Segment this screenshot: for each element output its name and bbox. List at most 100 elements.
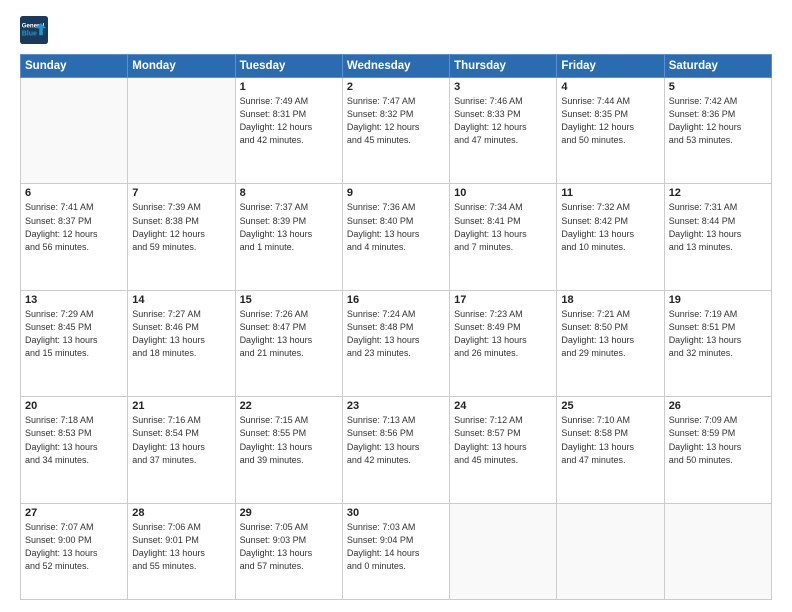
- calendar-cell: 29 Sunrise: 7:05 AM Sunset: 9:03 PM Dayli…: [235, 503, 342, 599]
- day-info: Sunrise: 7:49 AM Sunset: 8:31 PM Dayligh…: [240, 95, 338, 147]
- calendar-week-2: 6 Sunrise: 7:41 AM Sunset: 8:37 PM Daylig…: [21, 184, 772, 290]
- day-number: 14: [132, 294, 230, 306]
- calendar-cell: 6 Sunrise: 7:41 AM Sunset: 8:37 PM Daylig…: [21, 184, 128, 290]
- calendar-week-1: 1Sunrise: 7:49 AM Sunset: 8:31 PM Daylig…: [21, 78, 772, 184]
- day-info: Sunrise: 7:12 AM Sunset: 8:57 PM Dayligh…: [454, 414, 552, 466]
- calendar-cell: 24Sunrise: 7:12 AM Sunset: 8:57 PM Dayli…: [450, 397, 557, 503]
- day-number: 12: [669, 187, 767, 199]
- day-number: 22: [240, 400, 338, 412]
- weekday-row: SundayMondayTuesdayWednesdayThursdayFrid…: [21, 55, 772, 78]
- day-number: 27: [25, 507, 123, 519]
- day-number: 2: [347, 81, 445, 93]
- day-number: 18: [561, 294, 659, 306]
- calendar-cell: [450, 503, 557, 599]
- day-info: Sunrise: 7:19 AM Sunset: 8:51 PM Dayligh…: [669, 308, 767, 360]
- day-info: Sunrise: 7:27 AM Sunset: 8:46 PM Dayligh…: [132, 308, 230, 360]
- calendar-cell: 8 Sunrise: 7:37 AM Sunset: 8:39 PM Daylig…: [235, 184, 342, 290]
- day-number: 4: [561, 81, 659, 93]
- calendar-cell: 25Sunrise: 7:10 AM Sunset: 8:58 PM Dayli…: [557, 397, 664, 503]
- calendar-cell: 13 Sunrise: 7:29 AM Sunset: 8:45 PM Dayli…: [21, 290, 128, 396]
- day-info: Sunrise: 7:31 AM Sunset: 8:44 PM Dayligh…: [669, 201, 767, 253]
- day-info: Sunrise: 7:06 AM Sunset: 9:01 PM Dayligh…: [132, 521, 230, 573]
- day-number: 21: [132, 400, 230, 412]
- day-number: 25: [561, 400, 659, 412]
- weekday-header-sunday: Sunday: [21, 55, 128, 78]
- page: General Blue SundayMondayTuesdayWednesda…: [0, 0, 792, 612]
- day-info: Sunrise: 7:41 AM Sunset: 8:37 PM Dayligh…: [25, 201, 123, 253]
- day-info: Sunrise: 7:37 AM Sunset: 8:39 PM Dayligh…: [240, 201, 338, 253]
- day-info: Sunrise: 7:29 AM Sunset: 8:45 PM Dayligh…: [25, 308, 123, 360]
- day-info: Sunrise: 7:32 AM Sunset: 8:42 PM Dayligh…: [561, 201, 659, 253]
- calendar-cell: 11 Sunrise: 7:32 AM Sunset: 8:42 PM Dayli…: [557, 184, 664, 290]
- day-info: Sunrise: 7:07 AM Sunset: 9:00 PM Dayligh…: [25, 521, 123, 573]
- day-info: Sunrise: 7:46 AM Sunset: 8:33 PM Dayligh…: [454, 95, 552, 147]
- calendar-cell: 27 Sunrise: 7:07 AM Sunset: 9:00 PM Dayli…: [21, 503, 128, 599]
- day-info: Sunrise: 7:18 AM Sunset: 8:53 PM Dayligh…: [25, 414, 123, 466]
- calendar-cell: 18Sunrise: 7:21 AM Sunset: 8:50 PM Dayli…: [557, 290, 664, 396]
- day-number: 30: [347, 507, 445, 519]
- calendar-cell: 21 Sunrise: 7:16 AM Sunset: 8:54 PM Dayli…: [128, 397, 235, 503]
- weekday-header-wednesday: Wednesday: [342, 55, 449, 78]
- day-info: Sunrise: 7:15 AM Sunset: 8:55 PM Dayligh…: [240, 414, 338, 466]
- day-info: Sunrise: 7:16 AM Sunset: 8:54 PM Dayligh…: [132, 414, 230, 466]
- logo-icon: General Blue: [20, 16, 48, 44]
- calendar-cell: 22 Sunrise: 7:15 AM Sunset: 8:55 PM Dayli…: [235, 397, 342, 503]
- calendar-cell: 28 Sunrise: 7:06 AM Sunset: 9:01 PM Dayli…: [128, 503, 235, 599]
- day-info: Sunrise: 7:47 AM Sunset: 8:32 PM Dayligh…: [347, 95, 445, 147]
- calendar-cell: [664, 503, 771, 599]
- day-info: Sunrise: 7:24 AM Sunset: 8:48 PM Dayligh…: [347, 308, 445, 360]
- calendar-cell: 19 Sunrise: 7:19 AM Sunset: 8:51 PM Dayli…: [664, 290, 771, 396]
- day-number: 26: [669, 400, 767, 412]
- calendar-header: SundayMondayTuesdayWednesdayThursdayFrid…: [21, 55, 772, 78]
- calendar-week-3: 13 Sunrise: 7:29 AM Sunset: 8:45 PM Dayli…: [21, 290, 772, 396]
- calendar-cell: 15 Sunrise: 7:26 AM Sunset: 8:47 PM Dayli…: [235, 290, 342, 396]
- weekday-header-thursday: Thursday: [450, 55, 557, 78]
- calendar-cell: [557, 503, 664, 599]
- svg-text:Blue: Blue: [22, 30, 37, 37]
- day-number: 11: [561, 187, 659, 199]
- calendar-body: 1Sunrise: 7:49 AM Sunset: 8:31 PM Daylig…: [21, 78, 772, 600]
- weekday-header-monday: Monday: [128, 55, 235, 78]
- calendar-week-4: 20 Sunrise: 7:18 AM Sunset: 8:53 PM Dayli…: [21, 397, 772, 503]
- day-number: 29: [240, 507, 338, 519]
- calendar-table: SundayMondayTuesdayWednesdayThursdayFrid…: [20, 54, 772, 600]
- day-info: Sunrise: 7:42 AM Sunset: 8:36 PM Dayligh…: [669, 95, 767, 147]
- day-info: Sunrise: 7:44 AM Sunset: 8:35 PM Dayligh…: [561, 95, 659, 147]
- day-number: 7: [132, 187, 230, 199]
- day-info: Sunrise: 7:03 AM Sunset: 9:04 PM Dayligh…: [347, 521, 445, 573]
- day-info: Sunrise: 7:36 AM Sunset: 8:40 PM Dayligh…: [347, 201, 445, 253]
- day-number: 3: [454, 81, 552, 93]
- calendar-cell: 17 Sunrise: 7:23 AM Sunset: 8:49 PM Dayli…: [450, 290, 557, 396]
- day-info: Sunrise: 7:05 AM Sunset: 9:03 PM Dayligh…: [240, 521, 338, 573]
- calendar-cell: 10Sunrise: 7:34 AM Sunset: 8:41 PM Dayli…: [450, 184, 557, 290]
- calendar-cell: [21, 78, 128, 184]
- calendar-cell: 3 Sunrise: 7:46 AM Sunset: 8:33 PM Daylig…: [450, 78, 557, 184]
- day-number: 20: [25, 400, 123, 412]
- day-number: 6: [25, 187, 123, 199]
- day-number: 13: [25, 294, 123, 306]
- calendar-cell: 1Sunrise: 7:49 AM Sunset: 8:31 PM Daylig…: [235, 78, 342, 184]
- day-info: Sunrise: 7:34 AM Sunset: 8:41 PM Dayligh…: [454, 201, 552, 253]
- header: General Blue: [20, 16, 772, 44]
- day-number: 28: [132, 507, 230, 519]
- calendar-cell: 26Sunrise: 7:09 AM Sunset: 8:59 PM Dayli…: [664, 397, 771, 503]
- calendar-cell: 12 Sunrise: 7:31 AM Sunset: 8:44 PM Dayli…: [664, 184, 771, 290]
- day-number: 19: [669, 294, 767, 306]
- calendar-cell: 2 Sunrise: 7:47 AM Sunset: 8:32 PM Daylig…: [342, 78, 449, 184]
- calendar-cell: 14 Sunrise: 7:27 AM Sunset: 8:46 PM Dayli…: [128, 290, 235, 396]
- day-info: Sunrise: 7:13 AM Sunset: 8:56 PM Dayligh…: [347, 414, 445, 466]
- calendar-cell: 5Sunrise: 7:42 AM Sunset: 8:36 PM Daylig…: [664, 78, 771, 184]
- weekday-header-tuesday: Tuesday: [235, 55, 342, 78]
- weekday-header-friday: Friday: [557, 55, 664, 78]
- day-info: Sunrise: 7:26 AM Sunset: 8:47 PM Dayligh…: [240, 308, 338, 360]
- day-number: 17: [454, 294, 552, 306]
- day-number: 8: [240, 187, 338, 199]
- day-info: Sunrise: 7:23 AM Sunset: 8:49 PM Dayligh…: [454, 308, 552, 360]
- day-number: 15: [240, 294, 338, 306]
- calendar-cell: 30 Sunrise: 7:03 AM Sunset: 9:04 PM Dayli…: [342, 503, 449, 599]
- day-number: 9: [347, 187, 445, 199]
- calendar-cell: 9 Sunrise: 7:36 AM Sunset: 8:40 PM Daylig…: [342, 184, 449, 290]
- calendar-cell: [128, 78, 235, 184]
- logo: General Blue: [20, 16, 48, 44]
- calendar-cell: 20 Sunrise: 7:18 AM Sunset: 8:53 PM Dayli…: [21, 397, 128, 503]
